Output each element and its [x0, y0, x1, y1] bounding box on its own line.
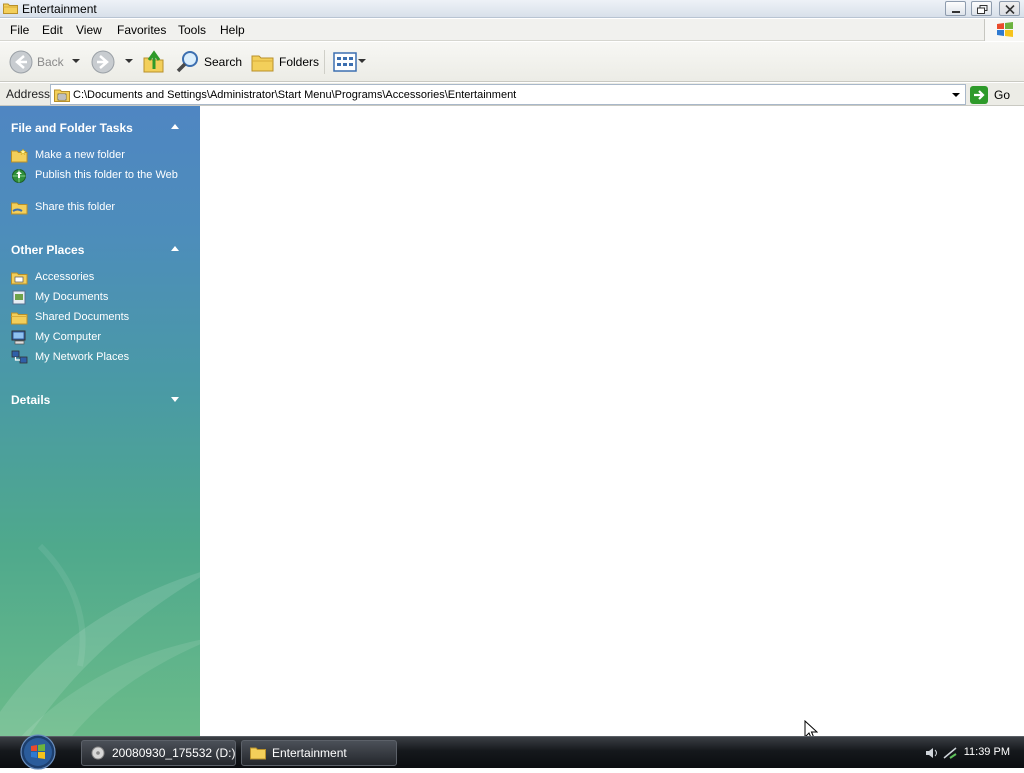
task-pane: File and Folder Tasks Make a new folder …: [0, 106, 200, 736]
share-folder-icon: [11, 202, 28, 215]
back-label: Back: [37, 55, 64, 69]
other-place-label: Shared Documents: [35, 311, 130, 323]
new-folder-icon: [11, 148, 28, 163]
other-place-my-computer[interactable]: My Computer: [11, 330, 191, 345]
file-folder-tasks-header[interactable]: File and Folder Tasks: [11, 121, 133, 135]
window-title: Entertainment: [22, 2, 97, 16]
expand-chevron-icon[interactable]: [171, 397, 179, 402]
address-label: Address: [6, 87, 51, 101]
folder-icon: [11, 272, 28, 285]
other-place-label: My Network Places: [35, 351, 130, 363]
back-arrow-icon: [9, 50, 33, 74]
network-places-icon: [11, 350, 28, 364]
go-label: Go: [994, 87, 1011, 102]
search-label: Search: [204, 55, 243, 69]
menu-file[interactable]: File: [10, 23, 29, 37]
toolbar: Back Search Folders: [0, 42, 1024, 82]
back-button[interactable]: Back: [9, 50, 64, 74]
start-button[interactable]: [16, 734, 60, 770]
network-icon[interactable]: [942, 746, 958, 760]
menu-help[interactable]: Help: [220, 23, 245, 37]
explorer-window: Entertainment File Edit View Favorites T…: [0, 0, 1024, 736]
title-bar[interactable]: Entertainment: [0, 0, 1024, 18]
views-icon: [333, 52, 357, 72]
make-new-folder-label: Make a new folder: [35, 149, 125, 161]
share-folder-link[interactable]: Share this folder: [11, 200, 191, 215]
address-dropdown-icon[interactable]: [947, 85, 965, 104]
menu-favorites[interactable]: Favorites: [117, 23, 166, 37]
folders-label: Folders: [279, 55, 320, 69]
taskbar-item-entertainment[interactable]: Entertainment: [241, 740, 397, 766]
address-input[interactable]: C:\Documents and Settings\Administrator\…: [50, 84, 966, 105]
close-icon: [1005, 5, 1015, 14]
other-places-header[interactable]: Other Places: [11, 243, 84, 257]
other-place-shared-documents[interactable]: Shared Documents: [11, 310, 191, 325]
folder-icon: [3, 3, 18, 14]
taskbar-item-label: 20080930_175532 (D:): [112, 746, 236, 760]
search-icon: [176, 51, 198, 73]
clock[interactable]: 11:39 PM: [964, 746, 1010, 758]
collapse-chevron-icon[interactable]: [171, 246, 179, 251]
my-computer-icon: [11, 330, 26, 345]
other-place-my-network-places[interactable]: My Network Places: [11, 350, 191, 365]
up-folder-button[interactable]: [143, 50, 165, 74]
publish-folder-label: Publish this folder to the Web: [35, 169, 178, 181]
restore-button[interactable]: [971, 1, 992, 16]
go-button[interactable]: Go: [970, 84, 1020, 105]
details-header[interactable]: Details: [11, 393, 50, 407]
drive-icon: [91, 746, 105, 760]
programs-folder-icon: [54, 89, 70, 102]
background-swirl: [0, 543, 200, 736]
forward-dropdown-icon[interactable]: [125, 59, 133, 63]
start-orb-icon: [20, 734, 56, 770]
go-arrow-icon: [970, 85, 988, 104]
forward-arrow-icon: [91, 50, 115, 74]
other-place-label: Accessories: [35, 271, 95, 283]
toolbar-separator: [324, 50, 325, 74]
menu-edit[interactable]: Edit: [42, 23, 63, 37]
folder-icon: [250, 747, 266, 760]
make-new-folder-link[interactable]: Make a new folder: [11, 148, 191, 163]
folders-icon: [251, 55, 274, 72]
minimize-icon: [952, 11, 960, 13]
folders-button[interactable]: Folders: [251, 50, 319, 74]
speaker-icon[interactable]: [924, 746, 940, 760]
folder-content-area[interactable]: [200, 106, 1024, 736]
windows-flag-icon: [997, 22, 1013, 37]
menu-tools[interactable]: Tools: [178, 23, 206, 37]
publish-web-icon: [12, 169, 26, 183]
my-documents-icon: [12, 290, 26, 305]
menu-bar: File Edit View Favorites Tools Help: [0, 19, 1024, 41]
taskbar-item-drive[interactable]: 20080930_175532 (D:): [81, 740, 236, 766]
views-dropdown-icon[interactable]: [358, 59, 366, 63]
other-place-label: My Documents: [35, 291, 109, 303]
up-folder-icon: [143, 50, 164, 73]
search-button[interactable]: Search: [176, 50, 242, 74]
address-bar: Address C:\Documents and Settings\Admini…: [0, 83, 1024, 106]
minimize-button[interactable]: [945, 1, 966, 16]
other-place-my-documents[interactable]: My Documents: [11, 290, 191, 305]
publish-folder-link[interactable]: Publish this folder to the Web: [11, 168, 191, 183]
forward-button[interactable]: [91, 50, 115, 74]
folder-icon: [11, 312, 28, 325]
close-button[interactable]: [999, 1, 1020, 16]
menu-view[interactable]: View: [76, 23, 102, 37]
taskbar-item-label: Entertainment: [272, 746, 347, 760]
taskbar: 20080930_175532 (D:) Entertainment 11:39…: [0, 734, 1024, 770]
collapse-chevron-icon[interactable]: [171, 124, 179, 129]
system-tray: 11:39 PM: [914, 737, 1024, 769]
views-button[interactable]: [333, 50, 357, 74]
back-dropdown-icon[interactable]: [72, 59, 80, 63]
address-value: C:\Documents and Settings\Administrator\…: [73, 89, 517, 101]
windows-logo: [984, 19, 1024, 41]
share-folder-label: Share this folder: [35, 201, 116, 213]
other-place-accessories[interactable]: Accessories: [11, 270, 191, 285]
other-place-label: My Computer: [35, 331, 102, 343]
restore-icon: [977, 5, 988, 14]
